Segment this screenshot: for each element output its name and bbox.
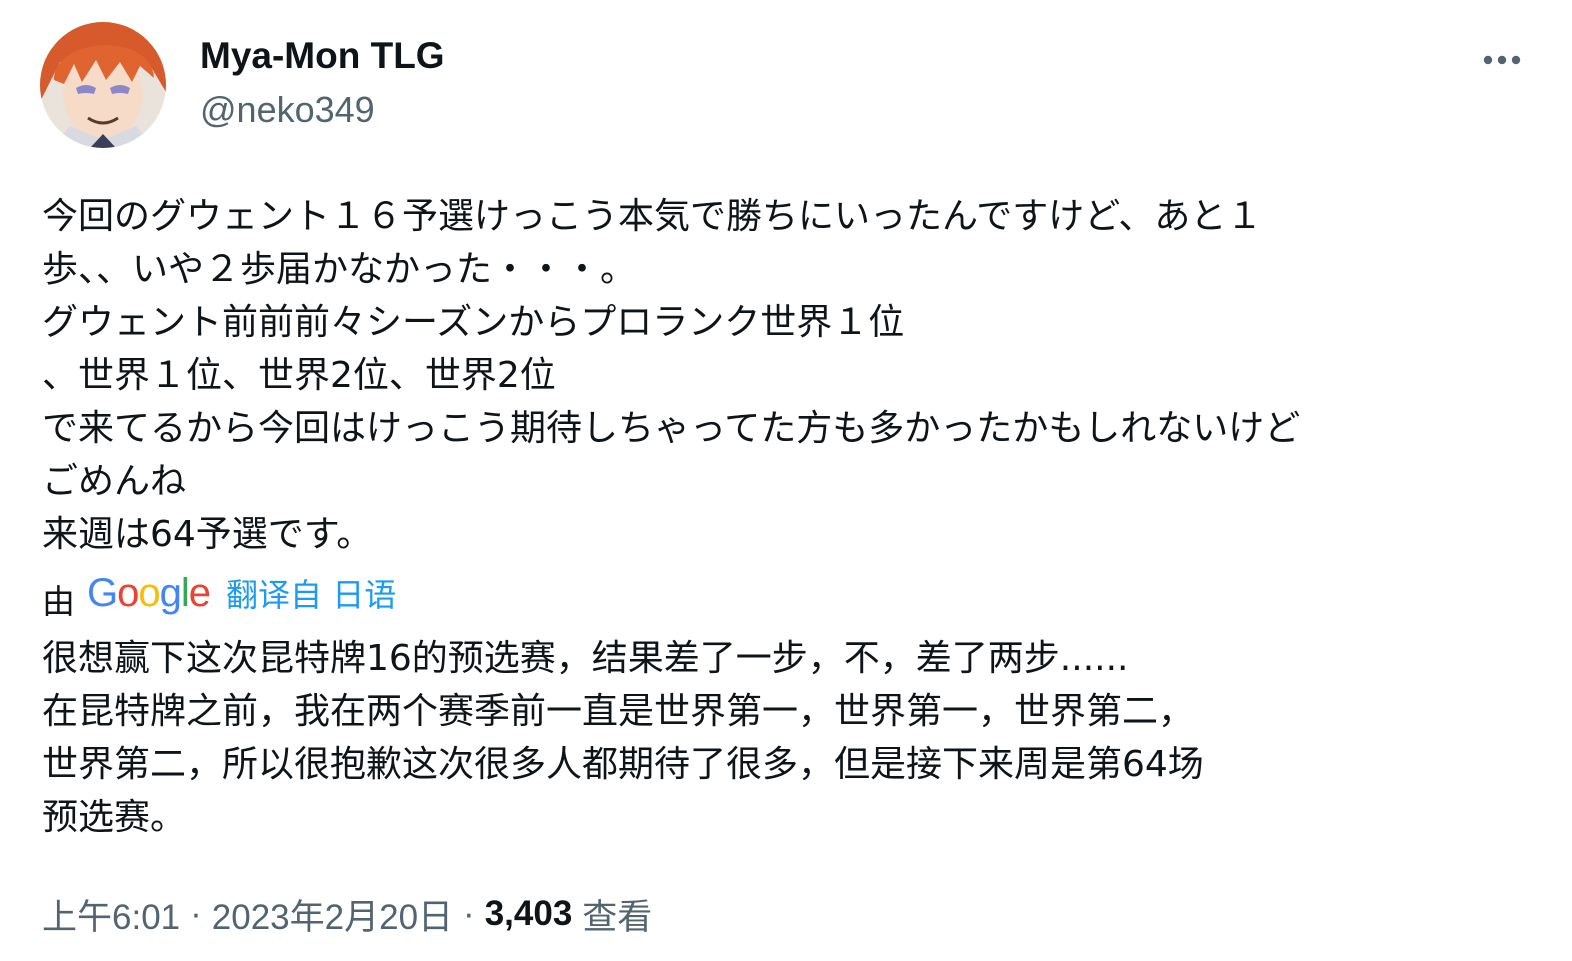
google-logo-letter: G: [87, 570, 118, 615]
translation-attribution: 由 Google 翻译自 日语: [42, 568, 396, 622]
avatar[interactable]: [40, 22, 166, 148]
more-horizontal-icon: [1483, 55, 1521, 65]
translated-by-label: 由: [42, 582, 75, 621]
tweet-card: Mya-Mon TLG @neko349 今回のグウェント１６予選けっこう本気で…: [0, 0, 1572, 961]
google-logo-letter: e: [188, 570, 211, 615]
google-logo: Google: [87, 570, 211, 616]
tweet-date[interactable]: 2023年2月20日: [212, 889, 453, 940]
google-logo-letter: o: [138, 570, 160, 615]
tweet-translated-text: 很想赢下这次昆特牌16的预选赛，结果差了一步，不，差了两步...... 在昆特牌…: [42, 638, 1204, 838]
google-logo-letter: g: [159, 570, 182, 615]
author-display-name[interactable]: Mya-Mon TLG: [200, 32, 445, 80]
meta-separator: ·: [190, 894, 202, 933]
google-logo-letter: l: [180, 570, 190, 615]
google-logo-letter: o: [117, 570, 139, 615]
author-handle[interactable]: @neko349: [200, 86, 375, 134]
translated-from-link[interactable]: 翻译自 日语: [226, 570, 396, 616]
avatar-image: [40, 22, 166, 148]
tweet-time[interactable]: 上午6:01: [42, 889, 180, 940]
tweet-original-text: 今回のグウェント１６予選けっこう本気で勝ちにいったんですけど、あと１ 歩、、いや…: [42, 196, 1301, 555]
meta-separator: ·: [463, 894, 475, 933]
tweet-meta: 上午6:01 · 2023年2月20日 · 3,403 查看: [42, 888, 652, 940]
views-label: 查看: [582, 897, 653, 937]
view-count: 3,403: [484, 894, 573, 933]
more-options-button[interactable]: [1476, 40, 1528, 80]
